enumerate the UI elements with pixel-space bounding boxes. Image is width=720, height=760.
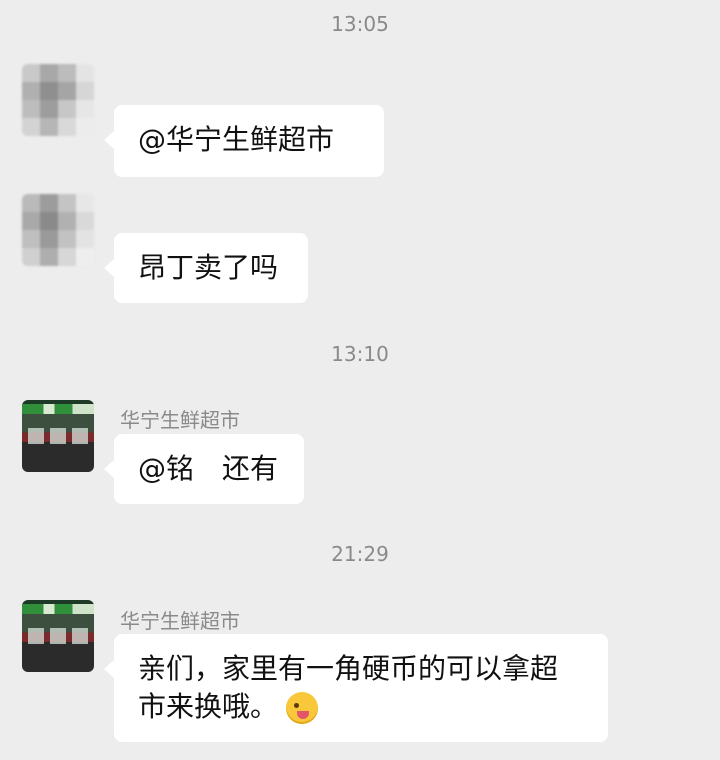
winking-face-with-tongue-emoji-icon [286,692,319,724]
message-text: 昂丁卖了吗 [138,251,279,284]
message-bubble[interactable]: @华宁生鲜超市 [104,105,384,177]
message-text: 亲们，家里有一角硬币的可以拿超市来换哦。 [138,652,559,723]
timestamp: 13:10 [331,342,389,366]
sender-name: 华宁生鲜超市 [120,609,240,633]
message-text: @铭 还有 [138,452,279,485]
message-bubble[interactable]: 亲们，家里有一角硬币的可以拿超市来换哦。 [104,634,608,742]
timestamp: 13:05 [331,12,389,36]
timestamp: 21:29 [331,542,389,566]
blurred-avatar[interactable] [22,194,94,266]
message-bubble[interactable]: 昂丁卖了吗 [104,233,308,303]
sender-name: 华宁生鲜超市 [120,408,240,432]
message-bubble[interactable]: @铭 还有 [104,434,304,504]
store-avatar[interactable] [22,600,94,672]
message-text: @华宁生鲜超市 [138,123,335,156]
blurred-avatar[interactable] [22,64,94,136]
store-avatar[interactable] [22,400,94,472]
